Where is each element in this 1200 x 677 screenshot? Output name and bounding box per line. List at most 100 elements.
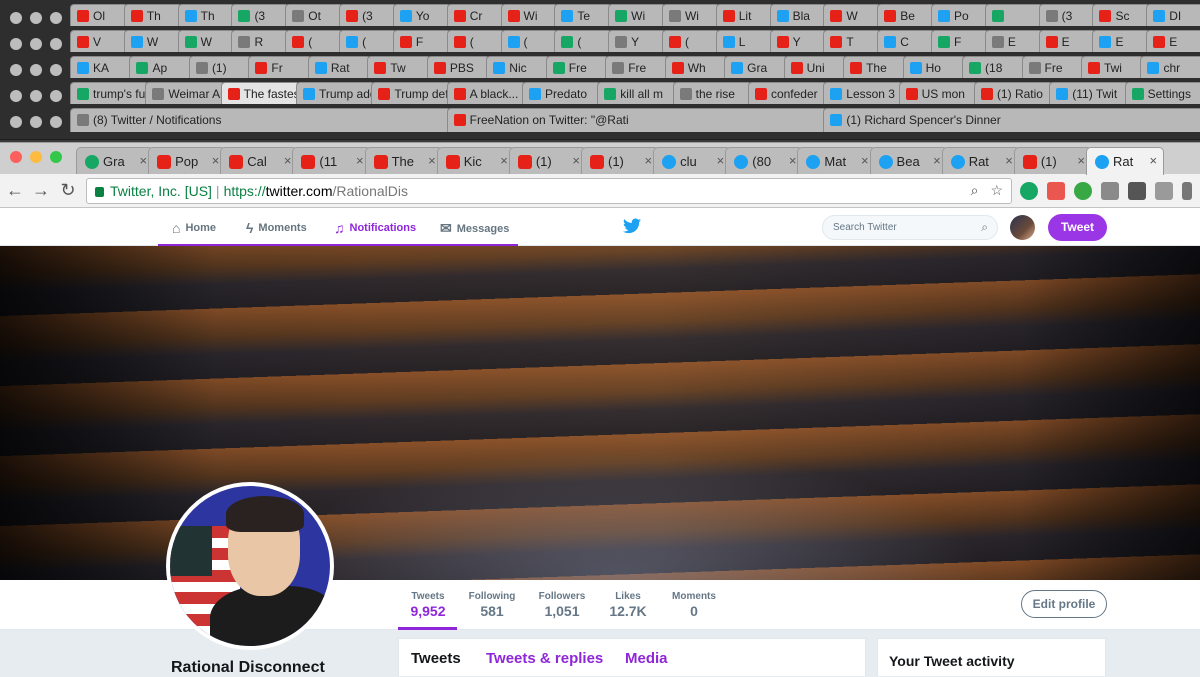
background-tab[interactable]: Ol [70, 4, 128, 28]
background-tab[interactable]: E [1146, 30, 1200, 54]
background-tab[interactable]: Fre [545, 56, 610, 80]
minimize-window-button[interactable] [30, 151, 42, 163]
background-tab[interactable]: Uni [783, 56, 848, 80]
background-tab[interactable]: ( [500, 30, 559, 54]
twitter-bird-icon[interactable] [623, 218, 641, 234]
background-tab[interactable]: (11) Twit [1049, 82, 1129, 106]
background-tab[interactable]: Trump defends Charlottesvil [371, 82, 451, 106]
background-tab[interactable]: Wi [500, 4, 559, 28]
background-tab[interactable]: ( [285, 30, 344, 54]
background-tab[interactable]: FreeNation on Twitter: "@Rati [446, 108, 828, 132]
nav-notifications[interactable]: ♫ Notifications [334, 220, 416, 236]
background-tab[interactable]: Cr [446, 4, 505, 28]
background-tab[interactable]: ( [446, 30, 505, 54]
close-tab-icon[interactable]: × [645, 153, 653, 168]
background-tab[interactable]: (1) [188, 56, 253, 80]
browser-tab[interactable]: Pop × [148, 147, 227, 175]
background-tab[interactable]: Bla [769, 4, 828, 28]
background-tab[interactable]: W [177, 30, 236, 54]
back-arrow-icon[interactable]: ← [4, 180, 26, 201]
close-window-button[interactable] [10, 151, 22, 163]
browser-tab[interactable]: Bea × [869, 147, 948, 175]
background-tab[interactable]: DI [1146, 4, 1200, 28]
stat-moments[interactable]: Moments 0 [668, 591, 720, 619]
nav-home[interactable]: ⌂ Home [172, 220, 216, 236]
background-tab[interactable]: C [877, 30, 935, 54]
background-tab[interactable]: Fre [605, 56, 669, 80]
close-tab-icon[interactable]: × [212, 153, 220, 168]
background-tab[interactable]: trump's full response to ch [70, 82, 150, 106]
close-tab-icon[interactable]: × [356, 153, 364, 168]
background-tab[interactable]: Trump addresses Charlotte [295, 82, 376, 106]
background-tab[interactable]: Weimar America - YouTube [145, 82, 225, 106]
close-tab-icon[interactable]: × [933, 153, 941, 168]
close-tab-icon[interactable]: × [1150, 153, 1158, 168]
browser-tab[interactable]: (1) × [1013, 147, 1092, 175]
background-tab[interactable]: F [931, 30, 989, 54]
chat-extension-icon[interactable] [1074, 182, 1092, 200]
browser-tab[interactable]: clu × [653, 147, 732, 175]
background-tab[interactable]: W [123, 30, 182, 54]
background-tab[interactable]: Ap [129, 56, 193, 80]
plus-extension-icon[interactable] [1047, 182, 1065, 200]
background-tab[interactable]: R [231, 30, 290, 54]
background-tab[interactable]: Gra [724, 56, 788, 80]
background-tab[interactable]: Th [177, 4, 236, 28]
background-tab[interactable]: Te [554, 4, 613, 28]
stat-likes[interactable]: Likes 12.7K [606, 591, 650, 619]
background-tab[interactable]: chr [1140, 56, 1200, 80]
tb-extension-icon[interactable] [1101, 182, 1119, 200]
close-tab-icon[interactable]: × [428, 153, 436, 168]
background-tab[interactable]: Nic [486, 56, 550, 80]
close-tab-icon[interactable]: × [140, 153, 148, 168]
reload-icon[interactable]: ↻ [57, 180, 79, 201]
browser-tab[interactable]: (11 × [292, 147, 371, 175]
background-tab[interactable]: kill all m [597, 82, 677, 106]
background-tab[interactable]: F [392, 30, 451, 54]
background-tab[interactable]: Fr [248, 56, 312, 80]
nav-moments[interactable]: ϟ Moments [246, 220, 307, 236]
stat-tweets[interactable]: Tweets 9,952 [404, 591, 452, 619]
background-tab[interactable]: Lit [715, 4, 774, 28]
background-tab[interactable]: Ot [285, 4, 344, 28]
background-tab[interactable]: The [843, 56, 907, 80]
close-tab-icon[interactable]: × [789, 153, 797, 168]
bookmark-star-icon[interactable]: ☆ [990, 182, 1003, 199]
browser-tab[interactable]: Mat × [797, 147, 876, 175]
activity-title[interactable]: Your Tweet activity [889, 653, 1015, 669]
close-tab-icon[interactable]: × [861, 153, 869, 168]
avatar[interactable] [1010, 215, 1035, 240]
background-tab[interactable]: Settings [1124, 82, 1200, 106]
browser-tab[interactable]: Cal × [220, 147, 299, 175]
tab-tweets-replies[interactable]: Tweets & replies [486, 650, 603, 667]
stat-followers[interactable]: Followers 1,051 [536, 591, 588, 619]
background-tab[interactable]: ( [554, 30, 613, 54]
background-tab[interactable]: Sc [1092, 4, 1151, 28]
background-tab[interactable]: Tw [367, 56, 431, 80]
grammarly-icon[interactable] [1020, 182, 1038, 200]
nav-messages[interactable]: ✉ Messages [440, 220, 509, 237]
background-tab[interactable]: E [1092, 30, 1151, 54]
menu-extension-icon[interactable] [1182, 182, 1192, 200]
background-tab[interactable]: (3 [1038, 4, 1097, 28]
close-tab-icon[interactable]: × [284, 153, 292, 168]
background-tab[interactable]: Wi [608, 4, 666, 28]
background-tab[interactable]: Po [931, 4, 989, 28]
forward-arrow-icon[interactable]: → [30, 180, 52, 201]
grid-extension-icon[interactable] [1128, 182, 1146, 200]
background-tab[interactable]: L [715, 30, 774, 54]
stat-following[interactable]: Following 581 [468, 591, 516, 619]
browser-tab[interactable]: (80 × [725, 147, 804, 175]
background-tab[interactable]: (1) Richard Spencer's Dinner [823, 108, 1200, 132]
tweet-button[interactable]: Tweet [1048, 214, 1107, 241]
background-tab[interactable]: Wh [664, 56, 729, 80]
background-tab[interactable] [984, 4, 1043, 28]
browser-tab[interactable]: The × [364, 147, 443, 175]
background-tab[interactable]: Y [608, 30, 666, 54]
profile-avatar[interactable] [166, 482, 334, 650]
background-tab[interactable]: US mon [898, 82, 978, 106]
browser-tab[interactable]: Kic × [436, 147, 515, 175]
background-tab[interactable]: T [823, 30, 882, 54]
zoom-window-button[interactable] [50, 151, 62, 163]
background-tab[interactable]: Rat [307, 56, 372, 80]
